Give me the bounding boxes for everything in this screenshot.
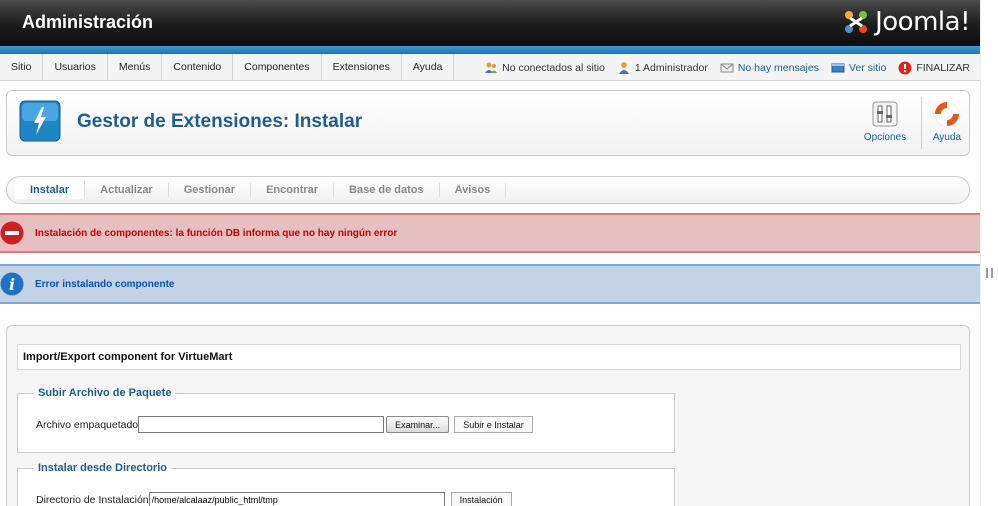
joomla-logo-icon <box>845 11 868 33</box>
status-messages[interactable]: No hay mensajes <box>720 61 819 75</box>
admin-title: Administración <box>22 12 154 32</box>
power-icon <box>898 61 912 74</box>
tab-encontrar[interactable]: Encontrar <box>251 183 335 197</box>
tab-avisos[interactable]: Avisos <box>440 183 507 197</box>
help-button[interactable]: Ayuda <box>921 100 973 143</box>
monitor-icon <box>831 63 845 72</box>
browse-button[interactable]: Examinar... <box>386 416 450 433</box>
admin-user-icon <box>618 61 629 74</box>
tab-base-de-datos[interactable]: Base de datos <box>334 183 440 197</box>
menu-item-extensiones[interactable]: Extensiones <box>322 54 402 81</box>
install-directory-fieldset: Instalar desde Directorio Directorio de … <box>17 462 675 506</box>
page-title: Gestor de Extensiones: Instalar <box>77 111 363 132</box>
tab-actualizar[interactable]: Actualizar <box>85 183 169 197</box>
status-bar: No conectados al sitio 1 Administrador N… <box>472 54 970 81</box>
error-message: Instalación de componentes: la función D… <box>0 213 980 253</box>
component-title: Import/Export component for VirtueMart <box>17 344 961 370</box>
tab-gestionar[interactable]: Gestionar <box>169 183 252 197</box>
extensions-install-icon <box>19 100 61 142</box>
menu-bar: Sitio Usuarios Menús Contenido Component… <box>0 54 980 81</box>
package-file-label: Archivo empaquetado <box>36 418 139 431</box>
info-message: i Error instalando componente <box>0 264 980 304</box>
info-icon: i <box>0 272 24 296</box>
submenu-tabs: Instalar Actualizar Gestionar Encontrar … <box>6 176 970 204</box>
options-button[interactable]: Opciones <box>859 100 911 143</box>
directory-row: Directorio de Instalación Instalación <box>36 492 512 506</box>
error-icon <box>0 221 24 245</box>
options-icon <box>872 101 898 127</box>
toolbar-box: Gestor de Extensiones: Instalar Opciones… <box>6 90 970 156</box>
status-offline: No conectados al sitio <box>484 61 605 75</box>
upload-install-button[interactable]: Subir e Instalar <box>454 416 533 433</box>
menu-item-menus[interactable]: Menús <box>108 54 163 81</box>
upload-row: Archivo empaquetado Examinar... Subir e … <box>36 416 533 433</box>
scrollbar-grip-icon <box>986 268 993 278</box>
users-icon <box>485 62 498 73</box>
header-accent-bar <box>0 46 980 54</box>
tab-instalar[interactable]: Instalar <box>15 181 86 199</box>
upload-package-fieldset: Subir Archivo de Paquete Archivo empaque… <box>17 387 675 453</box>
joomla-logo: Joomla! <box>841 6 970 38</box>
logout-link[interactable]: FINALIZAR <box>898 61 970 75</box>
menu-item-contenido[interactable]: Contenido <box>162 54 234 81</box>
install-directory-button[interactable]: Instalación <box>450 492 512 506</box>
install-directory-input[interactable] <box>148 492 445 506</box>
page-scrollbar[interactable] <box>980 0 998 506</box>
menu-item-ayuda[interactable]: Ayuda <box>402 54 455 81</box>
lifebuoy-icon <box>935 102 959 126</box>
package-file-input[interactable] <box>138 416 385 433</box>
upload-package-legend: Subir Archivo de Paquete <box>38 387 172 399</box>
status-admins: 1 Administrador <box>617 61 708 75</box>
menu-item-sitio[interactable]: Sitio <box>0 54 44 81</box>
mail-icon <box>720 63 734 72</box>
install-directory-label: Directorio de Instalación <box>36 493 149 506</box>
joomla-wordmark: Joomla! <box>875 7 970 37</box>
install-panel: Import/Export component for VirtueMart S… <box>6 325 970 506</box>
menu-item-usuarios[interactable]: Usuarios <box>43 54 108 81</box>
admin-header: Administración Joomla! <box>0 0 980 46</box>
svg-text:i: i <box>9 275 15 294</box>
main-menu: Sitio Usuarios Menús Contenido Component… <box>0 54 455 81</box>
menu-item-componentes[interactable]: Componentes <box>233 54 322 81</box>
install-directory-legend: Instalar desde Directorio <box>38 462 167 474</box>
view-site-link[interactable]: Ver sitio <box>831 61 886 75</box>
